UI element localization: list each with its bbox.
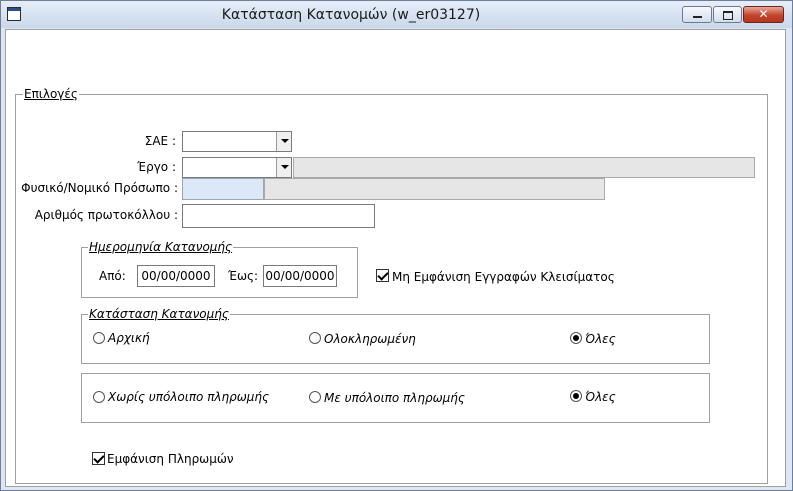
person-name-field (264, 178, 605, 200)
date-legend: Ημερομηνία Κατανομής (88, 240, 234, 254)
balance-label-all[interactable]: Όλες (585, 390, 616, 404)
ergo-description-field (293, 157, 755, 178)
protocol-input[interactable] (182, 204, 375, 228)
sae-label: ΣΑΕ : (144, 134, 176, 148)
balance-label-none[interactable]: Χωρίς υπόλοιπο πληρωμής (108, 390, 269, 404)
form-body: Επιλογές ΣΑΕ : Έργο : Φυσικό/Νομικό Πρόσ… (5, 29, 786, 487)
date-to-label: Έως: (228, 269, 259, 283)
window-title: Κατάσταση Κατανομών (w_er03127) (221, 7, 481, 23)
status-radio-initial[interactable] (93, 332, 105, 344)
ergo-dropdown[interactable] (182, 157, 292, 178)
balance-radio-all[interactable] (570, 390, 582, 402)
balance-label-with[interactable]: Με υπόλοιπο πληρωμής (324, 391, 465, 405)
date-from-label: Από: (99, 269, 126, 283)
show-payments-checkbox[interactable] (92, 452, 105, 465)
minimize-icon (693, 16, 702, 18)
balance-radio-with[interactable] (309, 391, 321, 403)
status-radio-all[interactable] (570, 332, 582, 344)
show-payments-label[interactable]: Εμφάνιση Πληρωμών (107, 452, 234, 466)
sae-dropdown-arrow-icon[interactable] (276, 132, 291, 151)
close-icon: ✕ (758, 7, 769, 21)
status-label-completed[interactable]: Ολοκληρωμένη (324, 332, 416, 346)
ergo-label: Έργο : (137, 160, 176, 174)
ergo-dropdown-arrow-icon[interactable] (276, 158, 291, 177)
hide-closing-label[interactable]: Μη Εμφάνιση Εγγραφών Κλεισίματος (392, 270, 615, 284)
close-button[interactable]: ✕ (743, 6, 784, 23)
minimize-button[interactable] (682, 6, 712, 23)
date-from-input[interactable]: 00/00/0000 (137, 265, 215, 287)
protocol-label: Αριθμός πρωτοκόλλου : (34, 208, 178, 222)
person-code-input[interactable] (182, 178, 264, 200)
status-legend: Κατάσταση Κατανομής (88, 307, 230, 321)
sae-dropdown[interactable] (182, 131, 292, 152)
maximize-button[interactable] (713, 6, 742, 23)
person-label: Φυσικό/Νομικό Πρόσωπο : (21, 181, 178, 195)
maximize-icon (723, 11, 733, 20)
status-label-initial[interactable]: Αρχική (108, 331, 150, 345)
options-legend: Επιλογές (23, 87, 79, 101)
status-radio-completed[interactable] (309, 332, 321, 344)
balance-radio-none[interactable] (93, 391, 105, 403)
title-bar[interactable]: Κατάσταση Κατανομών (w_er03127) ✕ (1, 1, 792, 28)
status-label-all[interactable]: Όλες (585, 332, 616, 346)
report-window: Κατάσταση Κατανομών (w_er03127) ✕ Επιλογ… (0, 0, 793, 491)
date-to-input[interactable]: 00/00/0000 (263, 265, 337, 287)
hide-closing-checkbox[interactable] (376, 269, 389, 282)
